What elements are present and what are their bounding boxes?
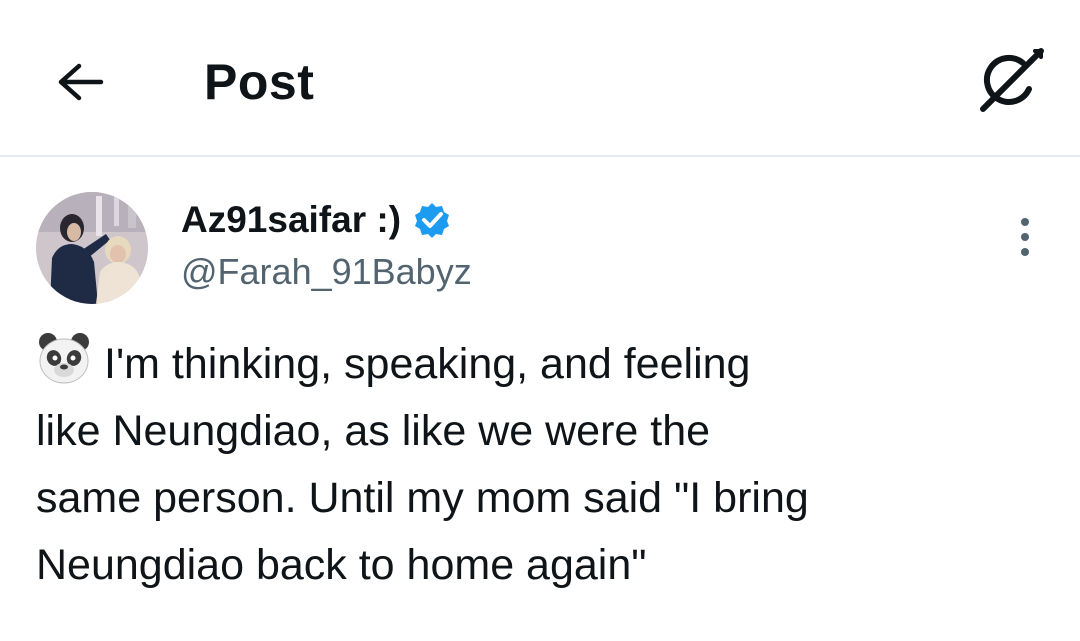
tweet-text: I'm thinking, speaking, and feeling like… bbox=[36, 330, 1046, 599]
grok-icon bbox=[980, 48, 1044, 112]
grok-button[interactable] bbox=[970, 40, 1050, 120]
more-vertical-icon bbox=[1021, 218, 1029, 256]
tweet-line-2: like Neungdiao, as like we were the bbox=[36, 407, 711, 455]
top-bar: Post bbox=[0, 0, 1080, 157]
avatar[interactable] bbox=[36, 192, 148, 304]
panda-face-icon bbox=[39, 333, 89, 384]
tweet-line-3: same person. Until my mom said "I bring bbox=[36, 474, 809, 522]
verified-badge-icon bbox=[413, 201, 451, 239]
tweet-line-4: Neungdiao back to home again" bbox=[36, 541, 647, 589]
author-display-name: Az91saifar :) bbox=[181, 199, 402, 240]
author-name[interactable]: Az91saifar :) bbox=[181, 196, 451, 244]
back-button[interactable] bbox=[50, 52, 110, 112]
arrow-left-icon bbox=[58, 63, 104, 101]
more-options-button[interactable] bbox=[1000, 212, 1050, 262]
avatar-photo bbox=[36, 192, 148, 304]
author-handle[interactable]: @Farah_91Babyz bbox=[181, 248, 472, 296]
page-title: Post bbox=[204, 54, 315, 110]
tweet-line-1: I'm thinking, speaking, and feeling bbox=[36, 330, 1046, 398]
